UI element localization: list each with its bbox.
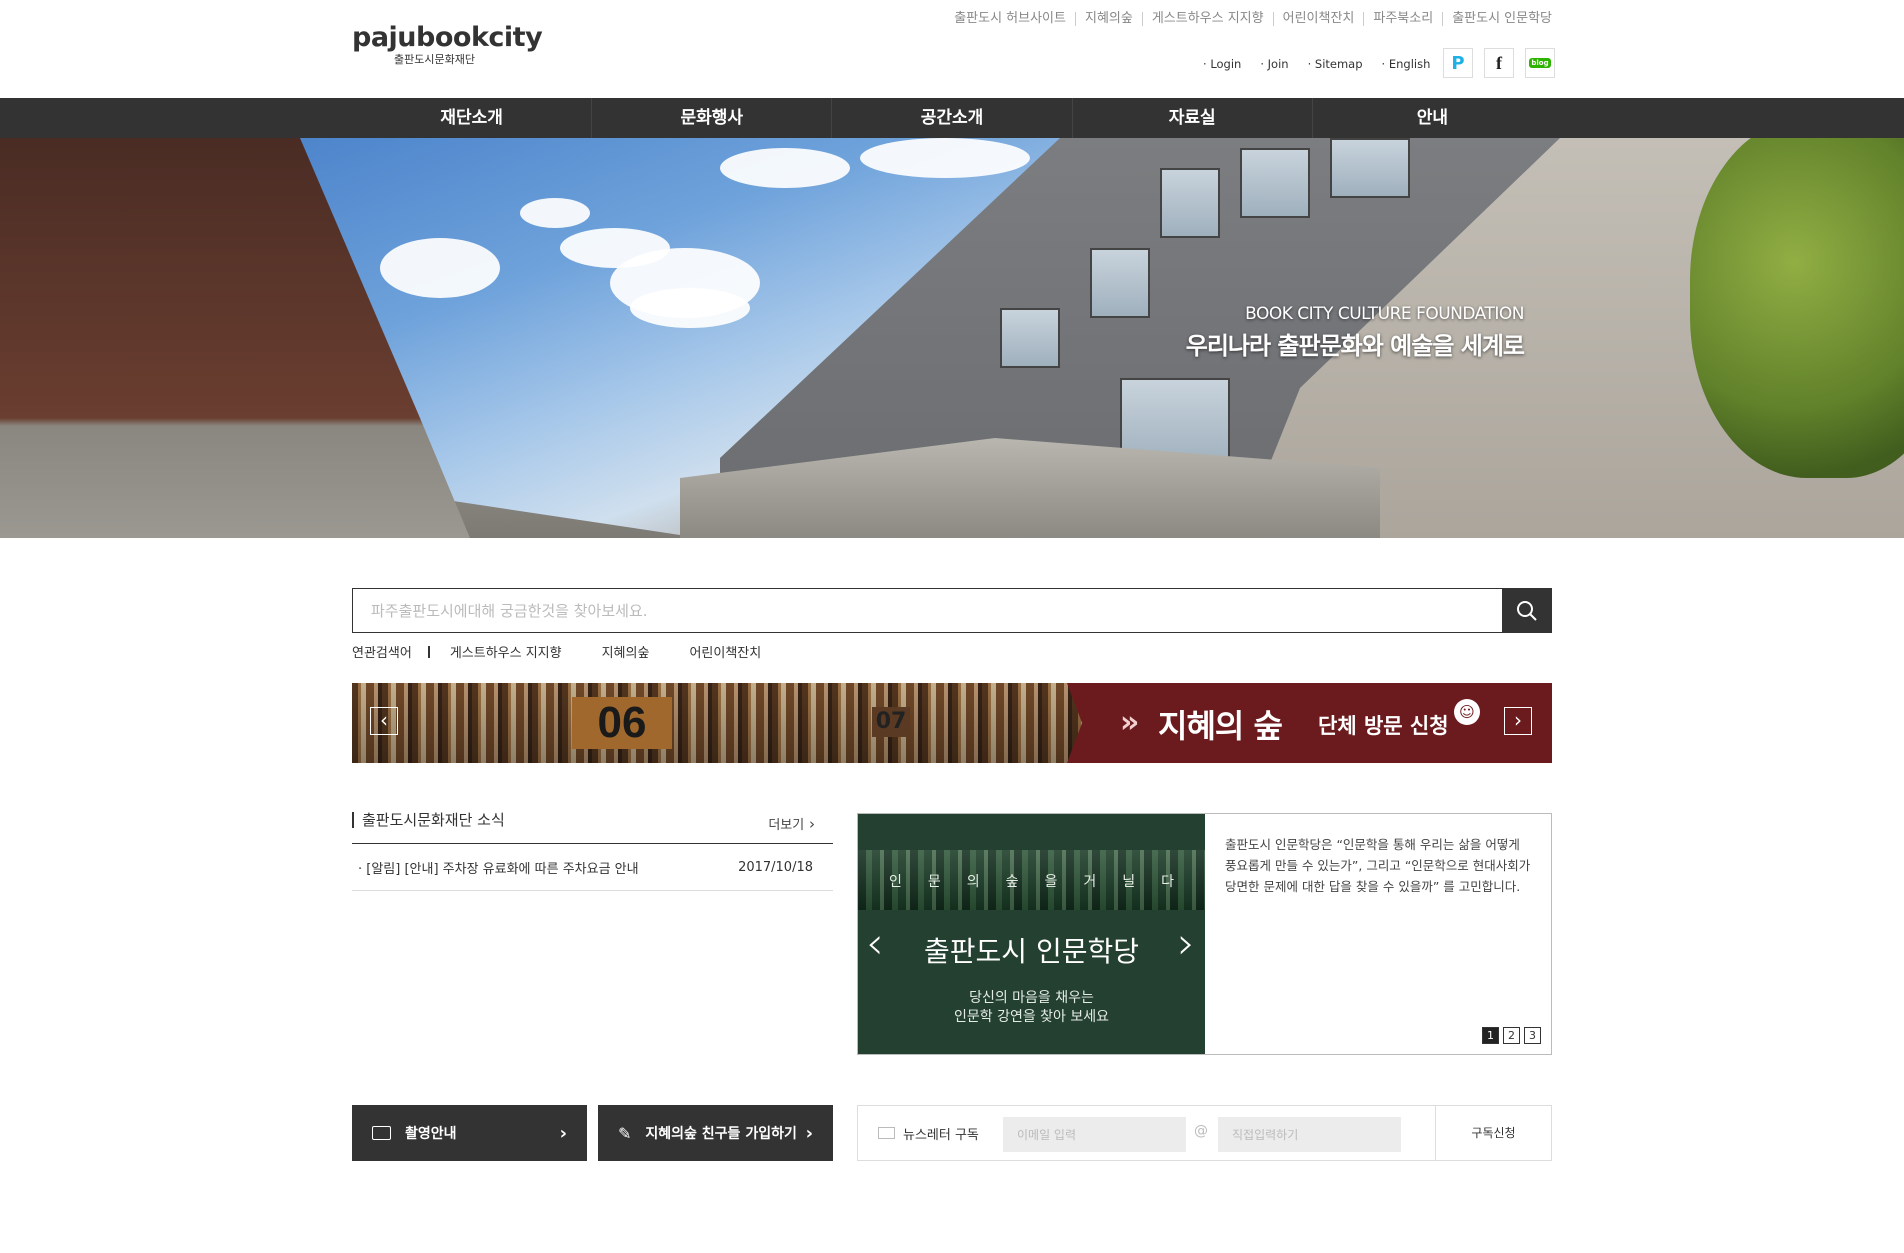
util-link-humanities[interactable]: 출판도시 인문학당 <box>1442 12 1552 26</box>
forest-friends-join-label: 지혜의숲 친구들 가입하기 <box>645 1126 797 1142</box>
humanities-lecture-panel: 인문의숲을거닐다 출판도시 인문학당 당신의 마음을 채우는 인문학 강연을 찾… <box>857 813 1552 1055</box>
news-item-date: 2017/10/18 <box>738 859 813 875</box>
util-link-guesthouse[interactable]: 게스트하우스 지지향 <box>1141 12 1273 26</box>
double-chevron-icon: » <box>1120 705 1140 740</box>
related-keywords-label: 연관검색어 <box>352 646 412 661</box>
blog-icon-label: blog <box>1529 58 1551 68</box>
hero-caption-ko: 우리나라 출판문화와 예술을 세계로 <box>1185 332 1525 360</box>
envelope-icon <box>878 1127 895 1139</box>
lecture-subtitle: 당신의 마음을 채우는 인문학 강연을 찾아 보세요 <box>858 989 1205 1027</box>
news-item-title: [알림] [안내] 주차장 유료화에 따른 주차요금 안내 <box>358 858 638 877</box>
account-links: Login Join Sitemap English <box>1203 57 1430 71</box>
chevron-right-icon: › <box>559 1122 567 1144</box>
news-more-link[interactable]: 더보기 <box>768 814 815 833</box>
pencil-icon: ✎ <box>618 1123 632 1143</box>
filming-guide-button[interactable]: 촬영안내 › <box>352 1105 587 1161</box>
forest-visit-banner[interactable]: 06 07 » 지혜의 숲 단체 방문 신청 ☺ ‹ › <box>352 683 1552 763</box>
english-link[interactable]: English <box>1382 57 1431 71</box>
logo-text: pajubookcity <box>352 22 543 53</box>
search-box <box>352 588 1552 633</box>
pager-page-3[interactable]: 3 <box>1524 1027 1541 1044</box>
hero-building-left <box>0 138 470 538</box>
logo-subtext: 출판도시문화재단 <box>394 53 475 66</box>
blog-icon[interactable]: blog <box>1525 48 1555 78</box>
pager-page-1[interactable]: 1 <box>1482 1027 1499 1044</box>
cloud <box>720 148 850 188</box>
nav-item-info[interactable]: 안내 <box>1311 98 1552 138</box>
login-link[interactable]: Login <box>1203 57 1241 71</box>
news-item[interactable]: [알림] [안내] 주차장 유료화에 따른 주차요금 안내 2017/10/18 <box>352 844 833 891</box>
search-button[interactable] <box>1502 588 1552 633</box>
newsletter-label: 뉴스레터 구독 <box>878 1124 979 1143</box>
lecture-subtitle-line1: 당신의 마음을 채우는 <box>969 990 1094 1006</box>
divider <box>427 645 430 658</box>
banner-subtitle: 단체 방문 신청 <box>1318 714 1449 738</box>
lecture-slide[interactable]: 인문의숲을거닐다 출판도시 인문학당 당신의 마음을 채우는 인문학 강연을 찾… <box>858 814 1205 1054</box>
hero-window <box>1160 168 1220 238</box>
cloud <box>520 198 590 228</box>
facebook-icon[interactable]: f <box>1484 48 1514 78</box>
nav-item-foundation[interactable]: 재단소개 <box>352 98 591 138</box>
banner-prev-button[interactable]: ‹ <box>370 707 398 735</box>
p-sns-icon[interactable]: P <box>1443 48 1473 78</box>
cloud <box>380 238 500 298</box>
shelf-number: 07 <box>872 707 910 737</box>
site-logo[interactable]: pajubookcity 출판도시문화재단 <box>352 22 543 67</box>
search-input[interactable] <box>353 589 1493 632</box>
related-keyword[interactable]: 지혜의숲 <box>602 642 650 661</box>
news-header: 출판도시문화재단 소식 더보기 <box>352 808 833 844</box>
forest-friends-join-button[interactable]: ✎ 지혜의숲 친구들 가입하기 › <box>598 1105 833 1161</box>
nav-item-events[interactable]: 문화행사 <box>591 98 831 138</box>
hero-caption-en: BOOK CITY CULTURE FOUNDATION <box>1245 304 1524 324</box>
sitemap-link[interactable]: Sitemap <box>1308 57 1363 71</box>
email-domain-input[interactable] <box>1218 1117 1401 1152</box>
shelf-number: 06 <box>572 697 672 749</box>
hero-window <box>1330 138 1410 198</box>
util-link-hub[interactable]: 출판도시 허브사이트 <box>945 12 1075 26</box>
related-keyword[interactable]: 게스트하우스 지지향 <box>450 642 562 661</box>
lecture-description: 출판도시 인문학당은 “인문학을 통해 우리는 삶을 어떻게 풍요롭게 만들 수… <box>1225 837 1531 894</box>
cloud <box>630 288 750 328</box>
utility-links: 출판도시 허브사이트 지혜의숲 게스트하우스 지지향 어린이책잔치 파주북소리 … <box>945 12 1552 26</box>
hero-caption: BOOK CITY CULTURE FOUNDATION 우리나라 출판문화와 … <box>1185 304 1525 361</box>
news-title: 출판도시문화재단 소식 <box>352 812 505 828</box>
lecture-tagline: 인문의숲을거닐다 <box>888 874 1201 890</box>
chevron-right-icon: › <box>805 1122 813 1144</box>
at-symbol: @ <box>1194 1123 1208 1139</box>
sns-links: P f blog <box>1443 48 1555 78</box>
bookshelf-image <box>352 683 1082 763</box>
banner-title: 지혜의 숲 <box>1158 707 1283 745</box>
subscribe-button[interactable]: 구독신청 <box>1435 1106 1551 1160</box>
smile-icon: ☺ <box>1454 699 1480 725</box>
banner-next-button[interactable]: › <box>1504 707 1532 735</box>
lecture-subtitle-line2: 인문학 강연을 찾아 보세요 <box>953 1009 1110 1025</box>
email-id-input[interactable] <box>1003 1117 1186 1152</box>
newsletter-form: 뉴스레터 구독 @ 구독신청 <box>857 1105 1552 1161</box>
hero-window <box>1000 308 1060 368</box>
newsletter-label-text: 뉴스레터 구독 <box>903 1127 979 1143</box>
related-keywords: 연관검색어 게스트하우스 지지향 지혜의숲 어린이책잔치 <box>352 642 801 661</box>
pager-page-2[interactable]: 2 <box>1503 1027 1520 1044</box>
slide-prev-icon[interactable]: ‹ <box>866 918 884 969</box>
hero-tree <box>1690 138 1904 478</box>
nav-item-spaces[interactable]: 공간소개 <box>831 98 1071 138</box>
hero-window <box>1240 148 1310 218</box>
camera-icon <box>372 1126 391 1140</box>
join-link[interactable]: Join <box>1260 57 1289 71</box>
lecture-title: 출판도시 인문학당 <box>924 935 1139 968</box>
util-link-children-book[interactable]: 어린이책잔치 <box>1272 12 1364 26</box>
slide-pager: 1 2 3 <box>1482 1027 1541 1044</box>
filming-guide-label: 촬영안내 <box>405 1126 457 1142</box>
nav-item-archive[interactable]: 자료실 <box>1071 98 1312 138</box>
hero-window <box>1090 248 1150 318</box>
search-icon <box>1517 600 1537 621</box>
main-nav: 재단소개 문화행사 공간소개 자료실 안내 <box>0 98 1904 138</box>
hero-banner: BOOK CITY CULTURE FOUNDATION 우리나라 출판문화와 … <box>0 138 1904 538</box>
news-section: 출판도시문화재단 소식 더보기 [알림] [안내] 주차장 유료화에 따른 주차… <box>352 808 833 891</box>
slide-next-icon[interactable]: › <box>1177 918 1195 969</box>
related-keyword[interactable]: 어린이책잔치 <box>689 642 761 661</box>
cloud <box>860 138 1030 178</box>
util-link-forest[interactable]: 지혜의숲 <box>1074 12 1142 26</box>
util-link-booksori[interactable]: 파주북소리 <box>1363 12 1442 26</box>
